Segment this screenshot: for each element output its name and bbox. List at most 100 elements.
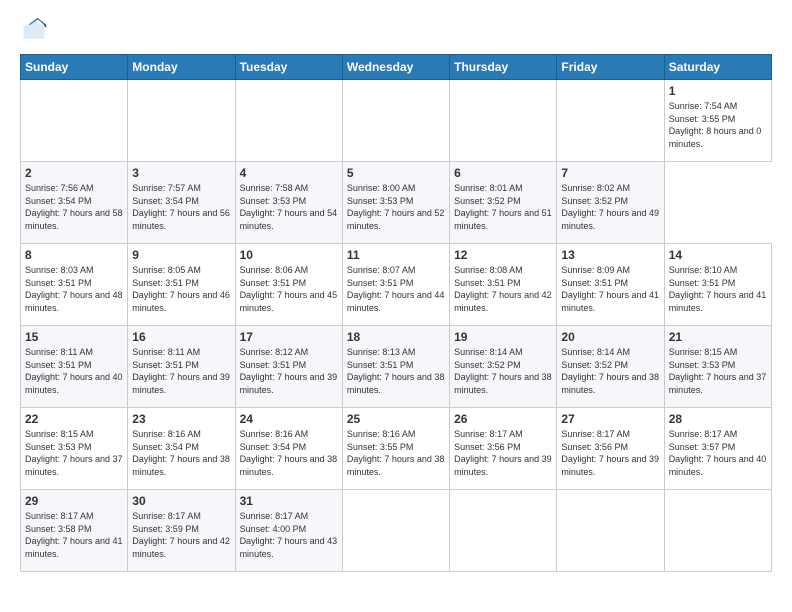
day-number: 15: [25, 330, 123, 344]
week-row-6: 29Sunrise: 8:17 AMSunset: 3:58 PMDayligh…: [21, 490, 772, 572]
day-number: 31: [240, 494, 338, 508]
header-row: SundayMondayTuesdayWednesdayThursdayFrid…: [21, 55, 772, 80]
cell-text: Sunrise: 8:09 AMSunset: 3:51 PMDaylight:…: [561, 265, 659, 313]
cell-text: Sunrise: 8:05 AMSunset: 3:51 PMDaylight:…: [132, 265, 230, 313]
weekday-header-friday: Friday: [557, 55, 664, 80]
logo: [20, 16, 52, 44]
calendar-cell: 15Sunrise: 8:11 AMSunset: 3:51 PMDayligh…: [21, 326, 128, 408]
day-number: 12: [454, 248, 552, 262]
day-number: 6: [454, 166, 552, 180]
calendar-cell: 24Sunrise: 8:16 AMSunset: 3:54 PMDayligh…: [235, 408, 342, 490]
calendar-cell: [557, 80, 664, 162]
calendar-cell: 17 Sunrise: 8:12 AMSunset: 3:51 PMDayligh…: [235, 326, 342, 408]
cell-text: Sunrise: 8:15 AMSunset: 3:53 PMDaylight:…: [25, 429, 123, 477]
weekday-header-tuesday: Tuesday: [235, 55, 342, 80]
calendar-cell: 22 Sunrise: 8:15 AMSunset: 3:53 PMDayligh…: [21, 408, 128, 490]
logo-icon: [20, 16, 48, 44]
calendar-cell: [342, 80, 449, 162]
cell-text: Sunrise: 8:16 AMSunset: 3:54 PMDaylight:…: [240, 429, 338, 477]
calendar-cell: 16 Sunrise: 8:11 AMSunset: 3:51 PMDayligh…: [128, 326, 235, 408]
day-number: 9: [132, 248, 230, 262]
cell-text: Sunrise: 8:13 AMSunset: 3:51 PMDaylight:…: [347, 347, 445, 395]
day-number: 26: [454, 412, 552, 426]
calendar-cell: 26 Sunrise: 8:17 AMSunset: 3:56 PMDayligh…: [450, 408, 557, 490]
calendar-cell: 6 Sunrise: 8:01 AMSunset: 3:52 PMDaylight…: [450, 162, 557, 244]
day-number: 10: [240, 248, 338, 262]
day-number: 3: [132, 166, 230, 180]
calendar-body: 1 Sunrise: 7:54 AMSunset: 3:55 PMDaylight…: [21, 80, 772, 572]
calendar-cell: [21, 80, 128, 162]
cell-text: Sunrise: 7:54 AMSunset: 3:55 PMDaylight:…: [669, 101, 762, 149]
calendar-cell: 1 Sunrise: 7:54 AMSunset: 3:55 PMDaylight…: [664, 80, 771, 162]
day-number: 25: [347, 412, 445, 426]
cell-text: Sunrise: 8:15 AMSunset: 3:53 PMDaylight:…: [669, 347, 767, 395]
calendar-cell: 14Sunrise: 8:10 AMSunset: 3:51 PMDayligh…: [664, 244, 771, 326]
day-number: 28: [669, 412, 767, 426]
day-number: 19: [454, 330, 552, 344]
week-row-2: 2Sunrise: 7:56 AMSunset: 3:54 PMDaylight…: [21, 162, 772, 244]
calendar-cell: 30Sunrise: 8:17 AMSunset: 3:59 PMDayligh…: [128, 490, 235, 572]
calendar-cell: [450, 490, 557, 572]
calendar-table: SundayMondayTuesdayWednesdayThursdayFrid…: [20, 54, 772, 572]
weekday-header-saturday: Saturday: [664, 55, 771, 80]
day-number: 4: [240, 166, 338, 180]
day-number: 17: [240, 330, 338, 344]
day-number: 23: [132, 412, 230, 426]
calendar-cell: 2Sunrise: 7:56 AMSunset: 3:54 PMDaylight…: [21, 162, 128, 244]
weekday-header-wednesday: Wednesday: [342, 55, 449, 80]
cell-text: Sunrise: 8:06 AMSunset: 3:51 PMDaylight:…: [240, 265, 338, 313]
cell-text: Sunrise: 8:14 AMSunset: 3:52 PMDaylight:…: [561, 347, 659, 395]
weekday-header-thursday: Thursday: [450, 55, 557, 80]
calendar-cell: 11Sunrise: 8:07 AMSunset: 3:51 PMDayligh…: [342, 244, 449, 326]
calendar-cell: [450, 80, 557, 162]
calendar-cell: 18 Sunrise: 8:13 AMSunset: 3:51 PMDayligh…: [342, 326, 449, 408]
calendar-cell: 31 Sunrise: 8:17 AMSunset: 4:00 PMDayligh…: [235, 490, 342, 572]
day-number: 16: [132, 330, 230, 344]
cell-text: Sunrise: 8:10 AMSunset: 3:51 PMDaylight:…: [669, 265, 767, 313]
cell-text: Sunrise: 8:17 AMSunset: 3:56 PMDaylight:…: [454, 429, 552, 477]
calendar-cell: 5Sunrise: 8:00 AMSunset: 3:53 PMDaylight…: [342, 162, 449, 244]
cell-text: Sunrise: 8:07 AMSunset: 3:51 PMDaylight:…: [347, 265, 445, 313]
header: [20, 16, 772, 44]
day-number: 18: [347, 330, 445, 344]
cell-text: Sunrise: 8:01 AMSunset: 3:52 PMDaylight:…: [454, 183, 552, 231]
calendar-cell: 13 Sunrise: 8:09 AMSunset: 3:51 PMDayligh…: [557, 244, 664, 326]
day-number: 20: [561, 330, 659, 344]
cell-text: Sunrise: 8:12 AMSunset: 3:51 PMDaylight:…: [240, 347, 338, 395]
day-number: 13: [561, 248, 659, 262]
cell-text: Sunrise: 8:17 AMSunset: 3:58 PMDaylight:…: [25, 511, 123, 559]
calendar-cell: 23 Sunrise: 8:16 AMSunset: 3:54 PMDayligh…: [128, 408, 235, 490]
day-number: 22: [25, 412, 123, 426]
day-number: 1: [669, 84, 767, 98]
week-row-1: 1 Sunrise: 7:54 AMSunset: 3:55 PMDaylight…: [21, 80, 772, 162]
cell-text: Sunrise: 8:17 AMSunset: 3:57 PMDaylight:…: [669, 429, 767, 477]
calendar-header: SundayMondayTuesdayWednesdayThursdayFrid…: [21, 55, 772, 80]
calendar-cell: 9 Sunrise: 8:05 AMSunset: 3:51 PMDaylight…: [128, 244, 235, 326]
cell-text: Sunrise: 8:14 AMSunset: 3:52 PMDaylight:…: [454, 347, 552, 395]
calendar-cell: 8 Sunrise: 8:03 AMSunset: 3:51 PMDaylight…: [21, 244, 128, 326]
cell-text: Sunrise: 8:16 AMSunset: 3:54 PMDaylight:…: [132, 429, 230, 477]
cell-text: Sunrise: 7:58 AMSunset: 3:53 PMDaylight:…: [240, 183, 338, 231]
calendar-cell: [235, 80, 342, 162]
calendar-cell: 3Sunrise: 7:57 AMSunset: 3:54 PMDaylight…: [128, 162, 235, 244]
week-row-3: 8 Sunrise: 8:03 AMSunset: 3:51 PMDaylight…: [21, 244, 772, 326]
calendar-cell: [557, 490, 664, 572]
day-number: 8: [25, 248, 123, 262]
day-number: 21: [669, 330, 767, 344]
cell-text: Sunrise: 8:03 AMSunset: 3:51 PMDaylight:…: [25, 265, 123, 313]
week-row-5: 22 Sunrise: 8:15 AMSunset: 3:53 PMDayligh…: [21, 408, 772, 490]
cell-text: Sunrise: 8:17 AMSunset: 3:56 PMDaylight:…: [561, 429, 659, 477]
calendar-cell: 7Sunrise: 8:02 AMSunset: 3:52 PMDaylight…: [557, 162, 664, 244]
page: SundayMondayTuesdayWednesdayThursdayFrid…: [0, 0, 792, 582]
cell-text: Sunrise: 8:02 AMSunset: 3:52 PMDaylight:…: [561, 183, 659, 231]
calendar-cell: 20 Sunrise: 8:14 AMSunset: 3:52 PMDayligh…: [557, 326, 664, 408]
cell-text: Sunrise: 8:00 AMSunset: 3:53 PMDaylight:…: [347, 183, 445, 231]
cell-text: Sunrise: 8:17 AMSunset: 4:00 PMDaylight:…: [240, 511, 338, 559]
weekday-header-monday: Monday: [128, 55, 235, 80]
calendar-cell: [342, 490, 449, 572]
day-number: 2: [25, 166, 123, 180]
cell-text: Sunrise: 8:17 AMSunset: 3:59 PMDaylight:…: [132, 511, 230, 559]
cell-text: Sunrise: 8:08 AMSunset: 3:51 PMDaylight:…: [454, 265, 552, 313]
cell-text: Sunrise: 8:11 AMSunset: 3:51 PMDaylight:…: [132, 347, 230, 395]
weekday-header-sunday: Sunday: [21, 55, 128, 80]
